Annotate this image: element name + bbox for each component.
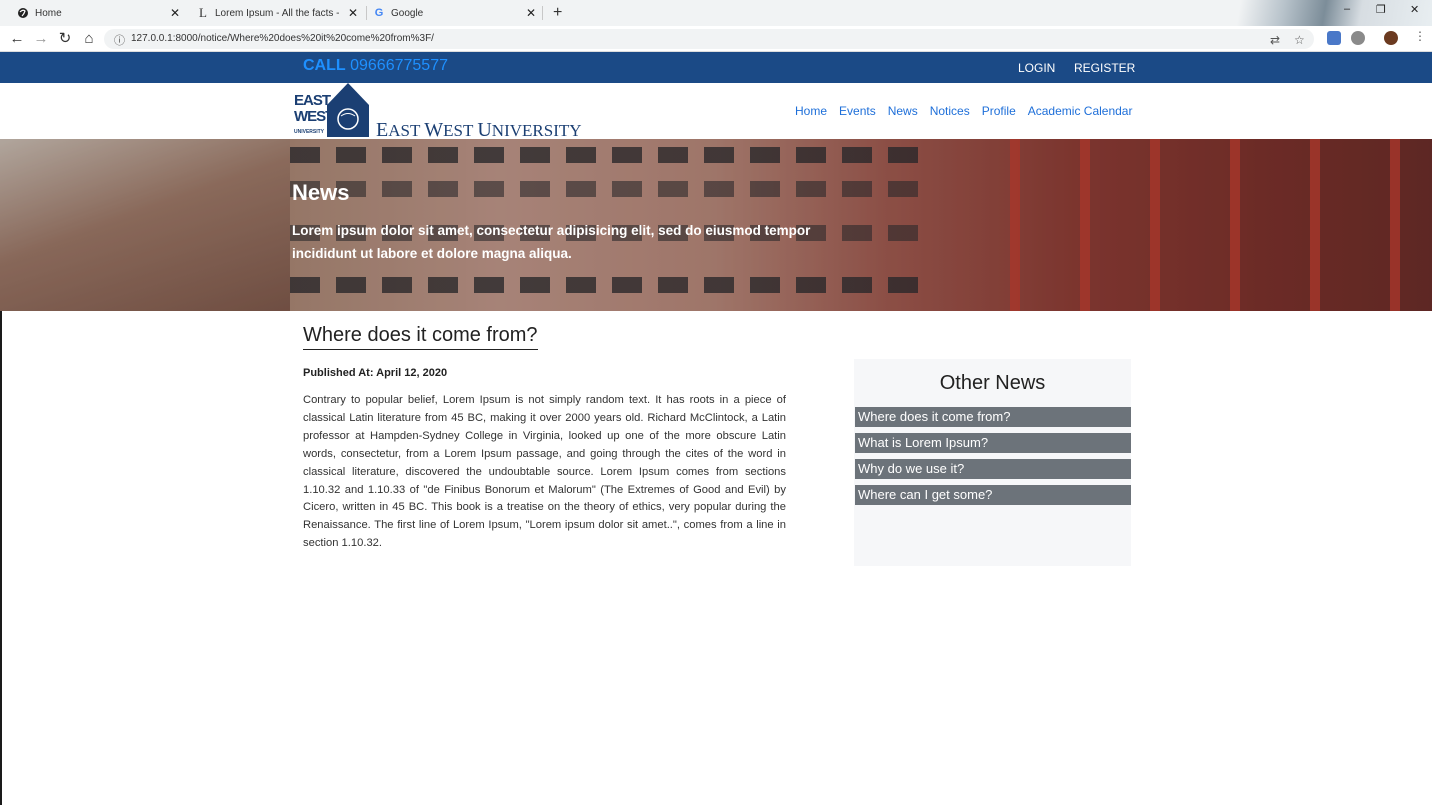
sidebar-news-item[interactable]: Where does it come from? <box>855 407 1131 427</box>
avatar[interactable] <box>1384 31 1398 45</box>
site-topbar: CALL 09666775577 LOGIN REGISTER <box>0 52 1432 83</box>
home-icon[interactable]: ⌂ <box>81 30 97 48</box>
logo-east: EAST <box>294 92 331 109</box>
register-link[interactable]: REGISTER <box>1074 61 1135 75</box>
close-icon[interactable]: ✕ <box>348 6 358 20</box>
nav-notices[interactable]: Notices <box>930 104 970 118</box>
tab-separator <box>542 6 543 20</box>
menu-icon[interactable]: ⋮ <box>1414 29 1426 43</box>
close-icon[interactable]: ✕ <box>526 6 536 20</box>
tab-title: Google <box>391 7 424 19</box>
browser-address-bar: ← → ↻ ⌂ ⓘ 127.0.0.1:8000/notice/Where%20… <box>0 26 1432 52</box>
article-title: Where does it come from? <box>303 324 538 350</box>
tab-separator <box>366 6 367 20</box>
google-icon: G <box>374 7 384 19</box>
extension-icon[interactable] <box>1327 31 1341 45</box>
phone-number: 09666775577 <box>350 57 448 74</box>
globe-icon <box>17 7 29 19</box>
tab-google[interactable]: G Google ✕ <box>373 0 538 26</box>
article-body: Contrary to popular belief, Lorem Ipsum … <box>303 394 786 550</box>
minimize-icon[interactable]: – <box>1344 3 1350 15</box>
hero-banner: News Lorem ipsum dolor sit amet, consect… <box>0 139 1432 311</box>
sidebar-title: Other News <box>939 372 1046 394</box>
browser-tab-bar: Home ✕ L Lorem Ipsum - All the facts - L… <box>0 0 1432 26</box>
lipsum-icon: L <box>199 5 207 20</box>
house-emblem-icon <box>327 83 369 137</box>
bookmark-star-icon[interactable]: ☆ <box>1294 33 1305 47</box>
login-link[interactable]: LOGIN <box>1018 61 1055 75</box>
reload-icon[interactable]: ↻ <box>57 30 73 48</box>
back-arrow-icon[interactable]: ← <box>9 30 25 48</box>
hero-title: News <box>292 180 350 205</box>
tab-title: Home <box>35 7 62 19</box>
published-date: Published At: April 12, 2020 <box>303 367 448 379</box>
nav-academic-calendar[interactable]: Academic Calendar <box>1028 104 1133 118</box>
tabbar-background <box>1192 0 1432 26</box>
url-input[interactable]: ⓘ 127.0.0.1:8000/notice/Where%20does%20i… <box>104 29 1314 49</box>
logo-university-small: UNIVERSITY <box>294 129 325 135</box>
sidebar-news-item[interactable]: What is Lorem Ipsum? <box>855 433 1131 453</box>
hero-subtitle: Lorem ipsum dolor sit amet, consectetur … <box>292 223 811 261</box>
info-icon[interactable]: ⓘ <box>114 32 125 48</box>
other-news-sidebar: Other News Where does it come from? What… <box>854 359 1131 566</box>
tab-lipsum[interactable]: L Lorem Ipsum - All the facts - Lipsum ✕ <box>197 0 362 26</box>
call-label: CALL <box>303 57 346 74</box>
sidebar-news-item[interactable]: Why do we use it? <box>855 459 1131 479</box>
main-nav: Home Events News Notices Profile Academi… <box>795 104 1132 118</box>
tab-home[interactable]: Home ✕ <box>17 0 182 26</box>
nav-home[interactable]: Home <box>795 104 827 118</box>
sidebar-news-item[interactable]: Where can I get some? <box>855 485 1131 505</box>
extension-icon[interactable] <box>1351 31 1365 45</box>
new-tab-button[interactable]: + <box>553 4 562 22</box>
nav-news[interactable]: News <box>888 104 918 118</box>
nav-profile[interactable]: Profile <box>982 104 1016 118</box>
forward-arrow-icon[interactable]: → <box>33 30 49 48</box>
tab-title: Lorem Ipsum - All the facts - Lipsum <box>215 7 343 19</box>
close-window-icon[interactable]: ✕ <box>1410 3 1419 16</box>
restore-icon[interactable]: ❐ <box>1376 3 1386 16</box>
university-logo[interactable]: EAST WEST UNIVERSITY EAST WEST UNIVERSIT… <box>294 83 584 141</box>
nav-events[interactable]: Events <box>839 104 876 118</box>
call-info: CALL 09666775577 <box>303 57 448 75</box>
url-text: 127.0.0.1:8000/notice/Where%20does%20it%… <box>131 33 434 44</box>
site-header: EAST WEST UNIVERSITY EAST WEST UNIVERSIT… <box>0 83 1432 141</box>
close-icon[interactable]: ✕ <box>170 6 180 20</box>
translate-icon[interactable]: ⇄ <box>1270 33 1280 47</box>
